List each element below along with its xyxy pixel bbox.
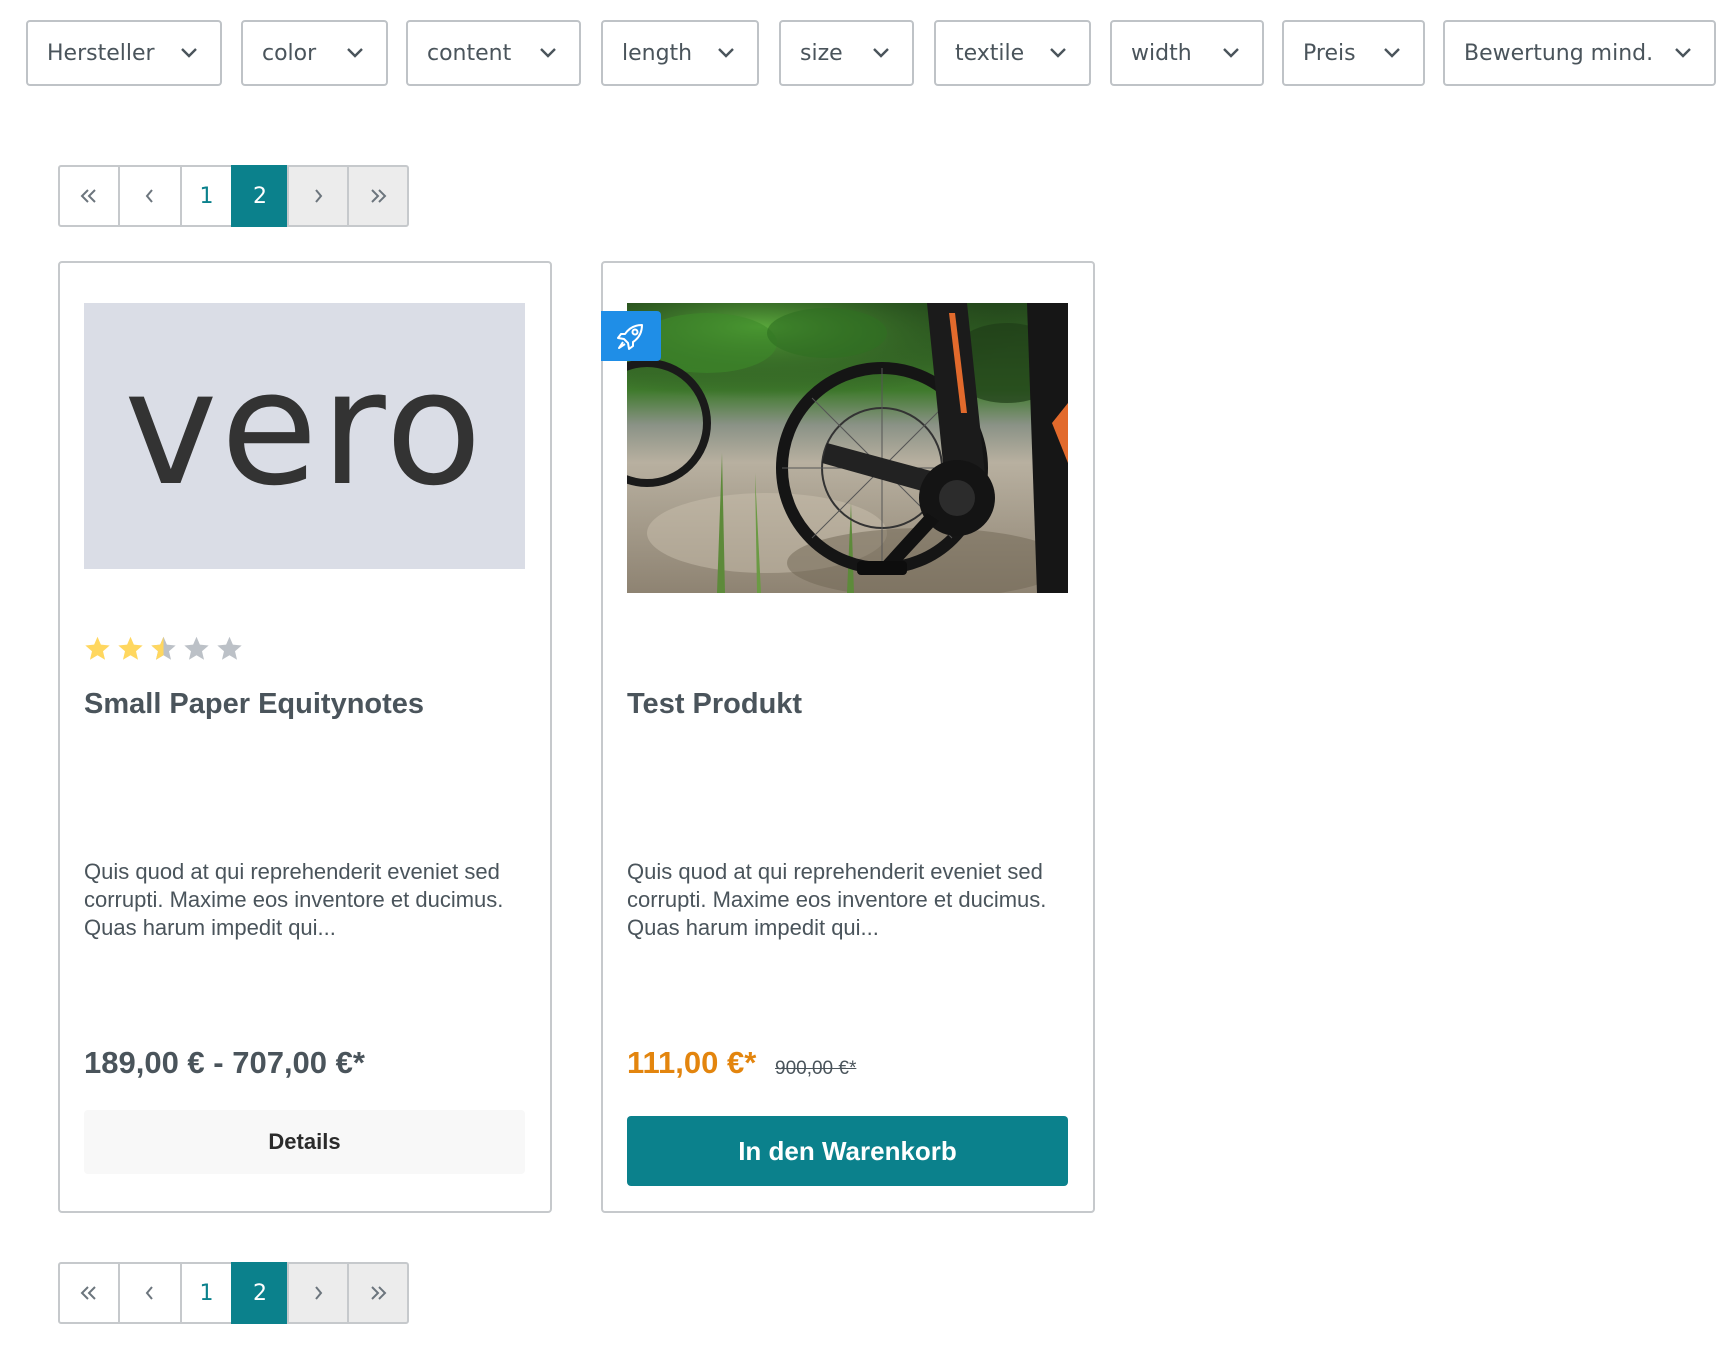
- add-to-cart-button[interactable]: In den Warenkorb: [627, 1116, 1068, 1186]
- filter-label: size: [800, 40, 843, 66]
- filter-label: Hersteller: [47, 40, 155, 66]
- details-button[interactable]: Details: [84, 1110, 525, 1174]
- page-1-button[interactable]: 1: [180, 1262, 233, 1324]
- page-next-button[interactable]: [287, 1262, 349, 1324]
- filter-label: color: [262, 40, 317, 66]
- star-empty-icon: [184, 636, 209, 660]
- chevron-down-icon: [1384, 48, 1400, 58]
- product-card: Test Produkt Quis quod at qui reprehende…: [601, 261, 1095, 1213]
- page-number: 2: [253, 1280, 267, 1306]
- double-chevron-right-icon: [371, 1286, 387, 1300]
- star-filled-icon: [118, 636, 143, 660]
- product-price: 111,00 €*: [627, 1045, 757, 1080]
- pagination-bottom: 1 2: [58, 1262, 409, 1324]
- product-image[interactable]: vero: [84, 303, 525, 569]
- product-description: Quis quod at qui reprehenderit eveniet s…: [84, 859, 504, 940]
- chevron-right-icon: [315, 1286, 323, 1300]
- page-first-button[interactable]: [58, 165, 120, 227]
- filter-label: Preis: [1303, 40, 1356, 66]
- double-chevron-left-icon: [80, 1286, 96, 1300]
- product-title[interactable]: Test Produkt: [627, 688, 802, 721]
- filter-bar: Hersteller color content length size tex…: [0, 0, 1734, 100]
- page-last-button[interactable]: [347, 1262, 409, 1324]
- filter-label: content: [427, 40, 512, 66]
- chevron-left-icon: [145, 189, 153, 203]
- filter-textile[interactable]: textile: [934, 20, 1091, 86]
- filter-hersteller[interactable]: Hersteller: [26, 20, 222, 86]
- filter-color[interactable]: color: [241, 20, 388, 86]
- star-empty-icon: [217, 636, 242, 660]
- page-number: 1: [199, 1280, 214, 1306]
- filter-content[interactable]: content: [406, 20, 581, 86]
- chevron-right-icon: [315, 189, 323, 203]
- product-description: Quis quod at qui reprehenderit eveniet s…: [627, 859, 1047, 940]
- filter-bewertung[interactable]: Bewertung mind.: [1443, 20, 1716, 86]
- filter-label: Bewertung mind.: [1464, 40, 1654, 66]
- product-rating: [84, 635, 243, 662]
- double-chevron-right-icon: [371, 189, 387, 203]
- product-title[interactable]: Small Paper Equitynotes: [84, 688, 424, 721]
- chevron-down-icon: [873, 48, 889, 58]
- double-chevron-left-icon: [80, 189, 96, 203]
- product-image[interactable]: [627, 303, 1068, 593]
- chevron-down-icon: [1675, 48, 1691, 58]
- chevron-down-icon: [540, 48, 556, 58]
- chevron-left-icon: [145, 1286, 153, 1300]
- product-image-logo-text: vero: [124, 337, 485, 521]
- chevron-down-icon: [347, 48, 363, 58]
- filter-size[interactable]: size: [779, 20, 914, 86]
- filter-label: width: [1131, 40, 1192, 66]
- page-last-button[interactable]: [347, 165, 409, 227]
- product-old-price: 900,00 €*: [775, 1058, 857, 1079]
- page-next-button[interactable]: [287, 165, 349, 227]
- page-number: 1: [199, 183, 214, 209]
- rocket-icon: [617, 324, 643, 350]
- highlight-badge: [601, 311, 661, 361]
- bike-photo: [627, 303, 1068, 593]
- product-card: vero Small Paper Equitynotes Quis quod a…: [58, 261, 552, 1213]
- filter-preis[interactable]: Preis: [1282, 20, 1425, 86]
- page-number: 2: [253, 183, 267, 209]
- filter-width[interactable]: width: [1110, 20, 1264, 86]
- filter-label: length: [622, 40, 693, 66]
- product-price: 189,00 € - 707,00 €*: [84, 1045, 365, 1080]
- page-prev-button[interactable]: [118, 1262, 182, 1324]
- star-half-icon: [151, 636, 176, 660]
- chevron-down-icon: [1223, 48, 1239, 58]
- chevron-down-icon: [181, 48, 197, 58]
- chevron-down-icon: [718, 48, 734, 58]
- filter-label: textile: [955, 40, 1025, 66]
- page-prev-button[interactable]: [118, 165, 182, 227]
- product-listing-page: Hersteller color content length size tex…: [0, 0, 1734, 1348]
- page-2-button[interactable]: 2: [231, 165, 289, 227]
- page-2-button[interactable]: 2: [231, 1262, 289, 1324]
- pagination-top: 1 2: [58, 165, 409, 227]
- chevron-down-icon: [1050, 48, 1066, 58]
- page-1-button[interactable]: 1: [180, 165, 233, 227]
- page-first-button[interactable]: [58, 1262, 120, 1324]
- filter-length[interactable]: length: [601, 20, 759, 86]
- star-filled-icon: [85, 636, 110, 660]
